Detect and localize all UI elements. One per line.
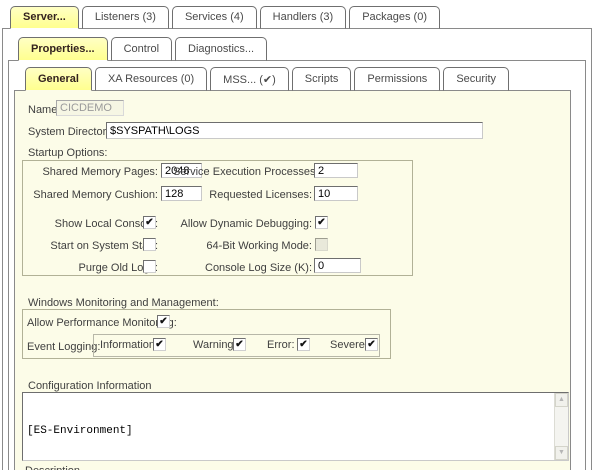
startup-options-group: Shared Memory Pages: Service Execution P… xyxy=(22,160,413,276)
config-line: [ES-Environment] xyxy=(27,424,552,438)
system-directory-label: System Directory: xyxy=(28,126,115,138)
requested-licenses-label: Requested Licenses: xyxy=(173,189,312,201)
properties-subtab-bar: General XA Resources (0) MSS... (✔) Scri… xyxy=(25,67,512,91)
start-on-system-start-label: Start on System Start: xyxy=(27,240,158,252)
allow-performance-monitoring-label: Allow Performance Monitoring: xyxy=(27,317,177,329)
event-logging-group: Informational: ✔ Warning: ✔ Error: ✔ Sev… xyxy=(93,334,380,357)
monitoring-group: Allow Performance Monitoring: ✔ Event Lo… xyxy=(22,309,391,359)
console-log-size-label: Console Log Size (K): xyxy=(173,262,312,274)
tab-handlers[interactable]: Handlers (3) xyxy=(260,6,347,29)
scroll-down-icon[interactable]: ▼ xyxy=(555,446,568,460)
shared-memory-cushion-label: Shared Memory Cushion: xyxy=(27,189,158,201)
requested-licenses-field[interactable] xyxy=(314,186,358,201)
configuration-information-editor[interactable]: [ES-Environment] SYSPATH=D:DEMO2ES_CICS … xyxy=(22,392,569,461)
tab-packages[interactable]: Packages (0) xyxy=(349,6,440,29)
service-execution-processes-label: Service Execution Processes: xyxy=(173,166,312,178)
tab-properties[interactable]: Properties... xyxy=(18,37,108,61)
scroll-up-icon[interactable]: ▲ xyxy=(555,393,568,407)
tab-scripts[interactable]: Scripts xyxy=(292,67,352,91)
tab-security[interactable]: Security xyxy=(443,67,509,91)
severe-label: Severe: xyxy=(330,339,368,351)
severe-checkbox[interactable]: ✔ xyxy=(365,338,378,351)
tab-xa-resources[interactable]: XA Resources (0) xyxy=(95,67,207,91)
monitoring-title: Windows Monitoring and Management: xyxy=(28,297,219,309)
configuration-text[interactable]: [ES-Environment] SYSPATH=D:DEMO2ES_CICS … xyxy=(27,396,552,459)
warning-checkbox[interactable]: ✔ xyxy=(233,338,246,351)
purge-old-logs-label: Purge Old Logs: xyxy=(27,262,158,274)
tab-listeners[interactable]: Listeners (3) xyxy=(82,6,169,29)
server-subtab-bar: Properties... Control Diagnostics... xyxy=(18,37,270,61)
64-bit-working-mode-checkbox xyxy=(315,238,328,251)
server-page: Properties... Control Diagnostics... Gen… xyxy=(2,28,592,470)
warning-label: Warning: xyxy=(193,339,237,351)
system-directory-field[interactable] xyxy=(106,122,483,139)
allow-dynamic-debugging-label: Allow Dynamic Debugging: xyxy=(173,218,312,230)
description-label: Description xyxy=(25,465,80,470)
tab-permissions[interactable]: Permissions xyxy=(354,67,440,91)
tab-diagnostics[interactable]: Diagnostics... xyxy=(175,37,267,61)
allow-performance-monitoring-checkbox[interactable]: ✔ xyxy=(157,315,170,328)
informational-checkbox[interactable]: ✔ xyxy=(153,338,166,351)
general-page: Name: System Directory: Startup Options:… xyxy=(14,90,571,470)
properties-page: General XA Resources (0) MSS... (✔) Scri… xyxy=(8,60,586,470)
error-label: Error: xyxy=(267,339,295,351)
tab-mss[interactable]: MSS... (✔) xyxy=(210,67,289,91)
tab-server[interactable]: Server... xyxy=(10,6,79,29)
purge-old-logs-checkbox[interactable] xyxy=(143,260,156,273)
name-field xyxy=(56,100,124,116)
tab-general[interactable]: General xyxy=(25,67,92,91)
tab-services[interactable]: Services (4) xyxy=(172,6,257,29)
start-on-system-start-checkbox[interactable] xyxy=(143,238,156,251)
event-logging-label: Event Logging: xyxy=(27,341,100,353)
tab-control[interactable]: Control xyxy=(111,37,172,61)
server-tab-bar: Server... Listeners (3) Services (4) Han… xyxy=(10,6,443,29)
config-scrollbar[interactable]: ▲ ▼ xyxy=(554,393,568,460)
64-bit-working-mode-label: 64-Bit Working Mode: xyxy=(173,240,312,252)
service-execution-processes-field[interactable] xyxy=(314,163,358,178)
allow-dynamic-debugging-checkbox[interactable]: ✔ xyxy=(315,216,328,229)
admin-console-screen: Server... Listeners (3) Services (4) Han… xyxy=(0,0,600,470)
error-checkbox[interactable]: ✔ xyxy=(297,338,310,351)
configuration-information-label: Configuration Information xyxy=(28,380,152,392)
show-local-console-checkbox[interactable]: ✔ xyxy=(143,216,156,229)
shared-memory-pages-label: Shared Memory Pages: xyxy=(27,166,158,178)
show-local-console-label: Show Local Console: xyxy=(27,218,158,230)
startup-options-title: Startup Options: xyxy=(28,147,108,159)
console-log-size-field[interactable] xyxy=(314,258,361,273)
